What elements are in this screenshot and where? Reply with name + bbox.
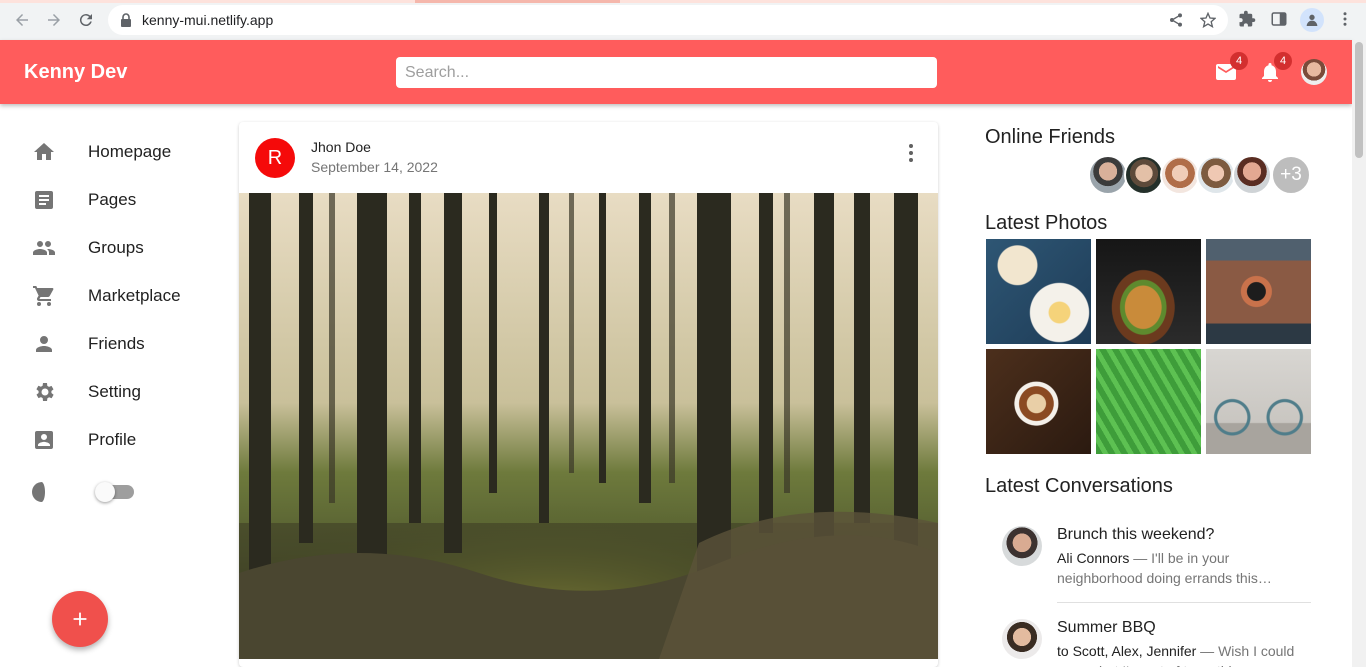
sidebar-item-label: Marketplace bbox=[88, 286, 181, 305]
sidebar: Homepage Pages Groups Marketplace Friend… bbox=[0, 104, 230, 667]
person-icon bbox=[32, 332, 56, 356]
cart-icon bbox=[32, 284, 56, 308]
sidebar-item-label: Setting bbox=[88, 382, 141, 401]
sidebar-item-friends[interactable]: Friends bbox=[0, 320, 230, 368]
back-icon[interactable] bbox=[10, 8, 34, 32]
sidebar-item-pages[interactable]: Pages bbox=[0, 176, 230, 224]
dark-mode-row bbox=[0, 468, 230, 516]
conversation-item[interactable]: Summer BBQ to Scott, Alex, Jennifer — Wi… bbox=[985, 617, 1311, 667]
post-card: R Jhon Doe September 14, 2022 bbox=[239, 122, 938, 667]
dark-mode-switch-thumb[interactable] bbox=[95, 482, 115, 502]
latest-conversations-title: Latest Conversations bbox=[985, 475, 1173, 497]
online-friend-avatar[interactable] bbox=[1088, 155, 1128, 195]
conversation-avatar bbox=[1002, 619, 1042, 659]
article-icon bbox=[32, 188, 56, 212]
address-bar[interactable]: kenny-mui.netlify.app bbox=[108, 5, 1228, 35]
sidebar-item-label: Friends bbox=[88, 334, 145, 353]
browser-toolbar: kenny-mui.netlify.app bbox=[0, 0, 1366, 40]
add-post-button[interactable] bbox=[52, 591, 108, 647]
photo-bicycle[interactable] bbox=[1206, 349, 1311, 454]
post-author-avatar[interactable]: R bbox=[255, 138, 295, 178]
online-friend-avatar[interactable] bbox=[1124, 155, 1164, 195]
conversation-sender: Ali Connors bbox=[1057, 550, 1130, 566]
notifications-button[interactable]: 4 bbox=[1258, 52, 1292, 84]
photo-breakfast[interactable] bbox=[986, 239, 1091, 344]
more-vert-icon[interactable] bbox=[899, 141, 923, 165]
plus-icon bbox=[73, 612, 87, 626]
account-box-icon bbox=[32, 428, 56, 452]
url-text: kenny-mui.netlify.app bbox=[142, 12, 274, 28]
settings-icon bbox=[32, 380, 56, 404]
search-input[interactable] bbox=[396, 57, 937, 88]
latest-photos-title: Latest Photos bbox=[985, 212, 1108, 234]
mail-button[interactable]: 4 bbox=[1214, 52, 1248, 84]
sidebar-item-label: Profile bbox=[88, 430, 137, 449]
sidebar-item-label: Groups bbox=[88, 238, 144, 257]
sidebar-item-setting[interactable]: Setting bbox=[0, 368, 230, 416]
online-friend-avatar[interactable] bbox=[1160, 155, 1200, 195]
app-bar: Kenny Dev 4 4 bbox=[0, 40, 1352, 104]
notifications-badge: 4 bbox=[1274, 52, 1292, 70]
photo-coffee[interactable] bbox=[986, 349, 1091, 454]
sidebar-item-groups[interactable]: Groups bbox=[0, 224, 230, 272]
conversation-title: Summer BBQ bbox=[1057, 619, 1156, 636]
mail-badge: 4 bbox=[1230, 52, 1248, 70]
profile-icon[interactable] bbox=[1300, 8, 1324, 32]
conversation-divider bbox=[1057, 602, 1311, 603]
conversation-avatar bbox=[1002, 526, 1042, 566]
conversation-sender: to Scott, Alex, Jennifer bbox=[1057, 643, 1197, 659]
sidebar-item-profile[interactable]: Profile bbox=[0, 416, 230, 464]
conversation-item[interactable]: Brunch this weekend? Ali Connors — I'll … bbox=[985, 524, 1311, 604]
group-icon bbox=[32, 236, 56, 260]
post-date: September 14, 2022 bbox=[311, 159, 438, 175]
app-logo[interactable]: Kenny Dev bbox=[24, 61, 127, 84]
online-friend-avatar[interactable] bbox=[1196, 155, 1236, 195]
photo-burger[interactable] bbox=[1096, 239, 1201, 344]
tab-strip-edge bbox=[0, 0, 1366, 3]
lock-icon bbox=[120, 13, 132, 32]
forward-icon[interactable] bbox=[42, 8, 66, 32]
dark-mode-icon bbox=[32, 480, 56, 504]
conversation-preview: Ali Connors — I'll be in your neighborho… bbox=[1057, 548, 1297, 588]
user-avatar[interactable] bbox=[1301, 59, 1327, 85]
sidebar-item-label: Homepage bbox=[88, 142, 172, 161]
share-icon[interactable] bbox=[1168, 12, 1184, 28]
bookmark-star-icon[interactable] bbox=[1199, 11, 1217, 29]
more-friends-avatar[interactable]: +3 bbox=[1271, 155, 1311, 195]
sidebar-item-label: Pages bbox=[88, 190, 137, 209]
post-author: Jhon Doe bbox=[311, 139, 371, 155]
online-friend-avatar[interactable] bbox=[1232, 155, 1272, 195]
extensions-icon[interactable] bbox=[1238, 10, 1258, 30]
conversation-title: Brunch this weekend? bbox=[1057, 526, 1215, 543]
post-image bbox=[239, 193, 938, 659]
browser-menu-icon[interactable] bbox=[1336, 10, 1356, 30]
home-icon bbox=[32, 140, 56, 164]
photo-camera[interactable] bbox=[1206, 239, 1311, 344]
sidebar-item-marketplace[interactable]: Marketplace bbox=[0, 272, 230, 320]
right-panel: Online Friends +3 Latest Photos Latest C… bbox=[985, 104, 1315, 667]
scrollbar-thumb[interactable] bbox=[1355, 42, 1363, 158]
photo-leaf[interactable] bbox=[1096, 349, 1201, 454]
sidebar-item-homepage[interactable]: Homepage bbox=[0, 128, 230, 176]
conversation-preview: to Scott, Alex, Jennifer — Wish I could … bbox=[1057, 641, 1297, 667]
page-scrollbar[interactable] bbox=[1352, 40, 1366, 667]
reload-icon[interactable] bbox=[74, 8, 98, 32]
side-panel-icon[interactable] bbox=[1270, 10, 1290, 30]
online-friends-title: Online Friends bbox=[985, 126, 1116, 148]
